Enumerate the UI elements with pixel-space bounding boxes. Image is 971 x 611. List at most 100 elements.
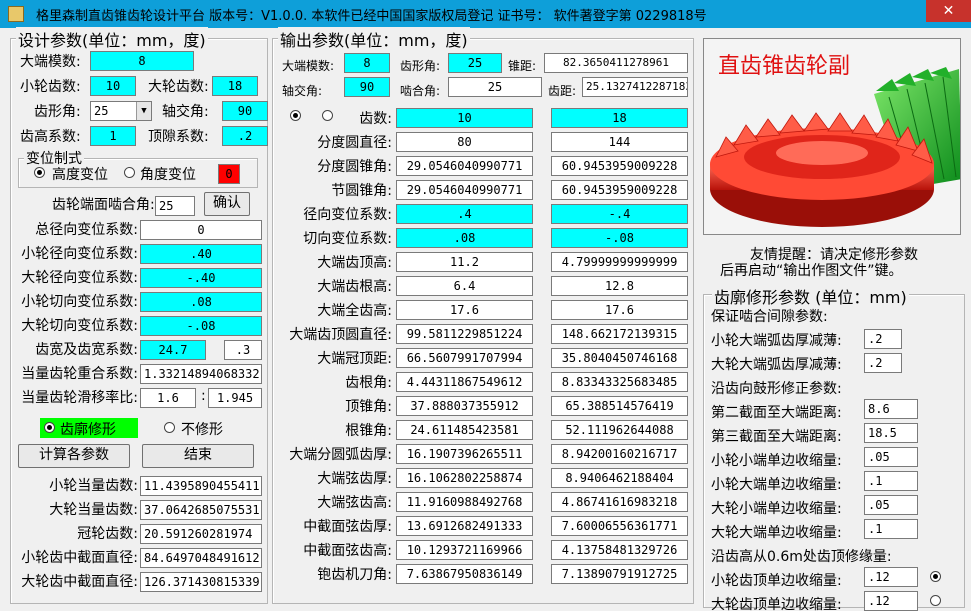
shift-angle-label[interactable]: 角度变位 <box>140 164 196 184</box>
gear-image: 直齿锥齿轮副 <box>703 38 961 235</box>
out-pitch-value[interactable]: 25.1327412287183 <box>582 77 688 97</box>
output-row-pinion-value[interactable]: 29.0546040990771 <box>396 180 533 200</box>
output-row-gear-value[interactable]: 8.94200160216717 <box>551 444 688 464</box>
modify-input-2[interactable]: .2 <box>864 329 902 349</box>
output-row-gear-value[interactable]: 7.13890791912725 <box>551 564 688 584</box>
dm1-input[interactable]: 84.6497048491612 <box>140 548 262 568</box>
zc-input[interactable]: 20.591260281974 <box>140 524 262 544</box>
output-row-gear-value[interactable]: -.4 <box>551 204 688 224</box>
output-row-pinion-value[interactable]: 16.1907396265511 <box>396 444 533 464</box>
out-alpha-value[interactable]: 25 <box>448 53 502 73</box>
width-input[interactable]: 24.7 <box>140 340 206 360</box>
output-row-pinion-value[interactable]: 99.5811229851224 <box>396 324 533 344</box>
shift-angle-input[interactable]: 0 <box>218 164 240 184</box>
modify-on-radio[interactable] <box>44 422 55 433</box>
output-row-gear-value[interactable]: 52.111962644088 <box>551 420 688 440</box>
output-row-gear-value[interactable]: 8.83343325683485 <box>551 372 688 392</box>
tip-line-2: 后再启动“输出作图文件”键。 <box>720 263 903 279</box>
z1-input[interactable]: 10 <box>90 76 136 96</box>
dm2-input[interactable]: 126.371430815339 <box>140 572 262 592</box>
zv2-label: 大轮当量齿数: <box>49 502 138 518</box>
modify-on-toggle[interactable]: 齿廓修形 <box>40 418 138 438</box>
confirm-button[interactable]: 确认 <box>204 192 250 216</box>
output-row-gear-value[interactable]: 60.9453959009228 <box>551 156 688 176</box>
total-radial-input[interactable]: 0 <box>140 220 262 240</box>
output-row-pinion-value[interactable]: 66.5607991707994 <box>396 348 533 368</box>
modify-radio-13[interactable] <box>930 595 941 606</box>
output-row-gear-value[interactable]: 4.79999999999999 <box>551 252 688 272</box>
output-row-gear-value[interactable]: 65.388514576419 <box>551 396 688 416</box>
chevron-down-icon[interactable]: ▼ <box>136 102 151 120</box>
output-row-pinion-value[interactable]: 37.888037355912 <box>396 396 533 416</box>
modify-off-radio[interactable] <box>164 422 175 433</box>
output-row-pinion-value[interactable]: .4 <box>396 204 533 224</box>
output-row-gear-value[interactable]: 7.60006556361771 <box>551 516 688 536</box>
end-button[interactable]: 结束 <box>142 444 254 468</box>
output-row-pinion-value[interactable]: 10 <box>396 108 533 128</box>
ha-input[interactable]: 1 <box>90 126 136 146</box>
z2-input[interactable]: 18 <box>212 76 258 96</box>
xt1-input[interactable]: .08 <box>140 292 262 312</box>
modify-off-label[interactable]: 不修形 <box>181 419 223 439</box>
x2-input[interactable]: -.40 <box>140 268 262 288</box>
shift-angle-radio[interactable] <box>124 167 135 178</box>
modify-label-10: 大轮大端单边收缩量: <box>711 525 842 541</box>
xt2-input[interactable]: -.08 <box>140 316 262 336</box>
output-row-gear-value[interactable]: 18 <box>551 108 688 128</box>
eps-input[interactable]: 1.33214894068332 <box>140 364 262 384</box>
width-coef-input[interactable]: .3 <box>224 340 262 360</box>
output-row-pinion-value[interactable]: 6.4 <box>396 276 533 296</box>
zv2-input[interactable]: 37.0642685075531 <box>140 500 262 520</box>
modify-input-3[interactable]: .2 <box>864 353 902 373</box>
modify-input-13[interactable]: .12 <box>864 591 918 611</box>
slide2-input[interactable]: 1.945 <box>208 388 262 408</box>
output-row-pinion-value[interactable]: 17.6 <box>396 300 533 320</box>
output-row-gear-value[interactable]: 148.662172139315 <box>551 324 688 344</box>
output-row-pinion-value[interactable]: 4.44311867549612 <box>396 372 533 392</box>
output-row-gear-value[interactable]: 12.8 <box>551 276 688 296</box>
out-sigma-value[interactable]: 90 <box>344 77 390 97</box>
output-row-gear-value[interactable]: 4.86741616983218 <box>551 492 688 512</box>
output-row-pinion-value[interactable]: 29.0546040990771 <box>396 156 533 176</box>
output-row-pinion-value[interactable]: 16.1062802258874 <box>396 468 533 488</box>
output-row-gear-value[interactable]: -.08 <box>551 228 688 248</box>
mesh-angle-input[interactable]: 25 <box>155 196 195 216</box>
output-row-pinion-value[interactable]: 80 <box>396 132 533 152</box>
modify-input-10[interactable]: .1 <box>864 519 918 539</box>
modify-input-6[interactable]: 18.5 <box>864 423 918 443</box>
modify-radio-12[interactable] <box>930 571 941 582</box>
modify-input-5[interactable]: 8.6 <box>864 399 918 419</box>
output-row-pinion-value[interactable]: .08 <box>396 228 533 248</box>
modify-input-8[interactable]: .1 <box>864 471 918 491</box>
output-row-pinion-value[interactable]: 10.1293721169966 <box>396 540 533 560</box>
out-module-value[interactable]: 8 <box>344 53 390 73</box>
alpha-select[interactable]: 25 ▼ <box>90 101 152 121</box>
sigma-input[interactable]: 90 <box>222 101 268 121</box>
modify-input-9[interactable]: .05 <box>864 495 918 515</box>
c-input[interactable]: .2 <box>222 126 268 146</box>
x1-input[interactable]: .40 <box>140 244 262 264</box>
output-row-gear-value[interactable]: 144 <box>551 132 688 152</box>
calc-button[interactable]: 计算各参数 <box>18 444 130 468</box>
output-row-pinion-value[interactable]: 11.9160988492768 <box>396 492 533 512</box>
modify-input-12[interactable]: .12 <box>864 567 918 587</box>
output-row-pinion-value[interactable]: 11.2 <box>396 252 533 272</box>
out-mesh-value[interactable]: 25 <box>448 77 542 97</box>
output-row-gear-value[interactable]: 4.13758481329726 <box>551 540 688 560</box>
out-cone-value[interactable]: 82.3650411278961 <box>544 53 688 73</box>
output-row-pinion-value[interactable]: 13.6912682491333 <box>396 516 533 536</box>
slide1-input[interactable]: 1.6 <box>140 388 196 408</box>
shift-height-radio[interactable] <box>34 167 45 178</box>
output-row-pinion-value[interactable]: 24.611485423581 <box>396 420 533 440</box>
output-row-label: 大端弦齿厚: <box>317 471 392 487</box>
module-input[interactable]: 8 <box>90 51 194 71</box>
close-button[interactable]: ✕ <box>926 0 971 22</box>
zv1-input[interactable]: 11.4395890455411 <box>140 476 262 496</box>
output-row-gear-value[interactable]: 60.9453959009228 <box>551 180 688 200</box>
modify-input-7[interactable]: .05 <box>864 447 918 467</box>
output-row-gear-value[interactable]: 8.9406462188404 <box>551 468 688 488</box>
output-row-gear-value[interactable]: 17.6 <box>551 300 688 320</box>
shift-height-label[interactable]: 高度变位 <box>52 164 108 184</box>
output-row-pinion-value[interactable]: 7.63867950836149 <box>396 564 533 584</box>
output-row-gear-value[interactable]: 35.8040450746168 <box>551 348 688 368</box>
